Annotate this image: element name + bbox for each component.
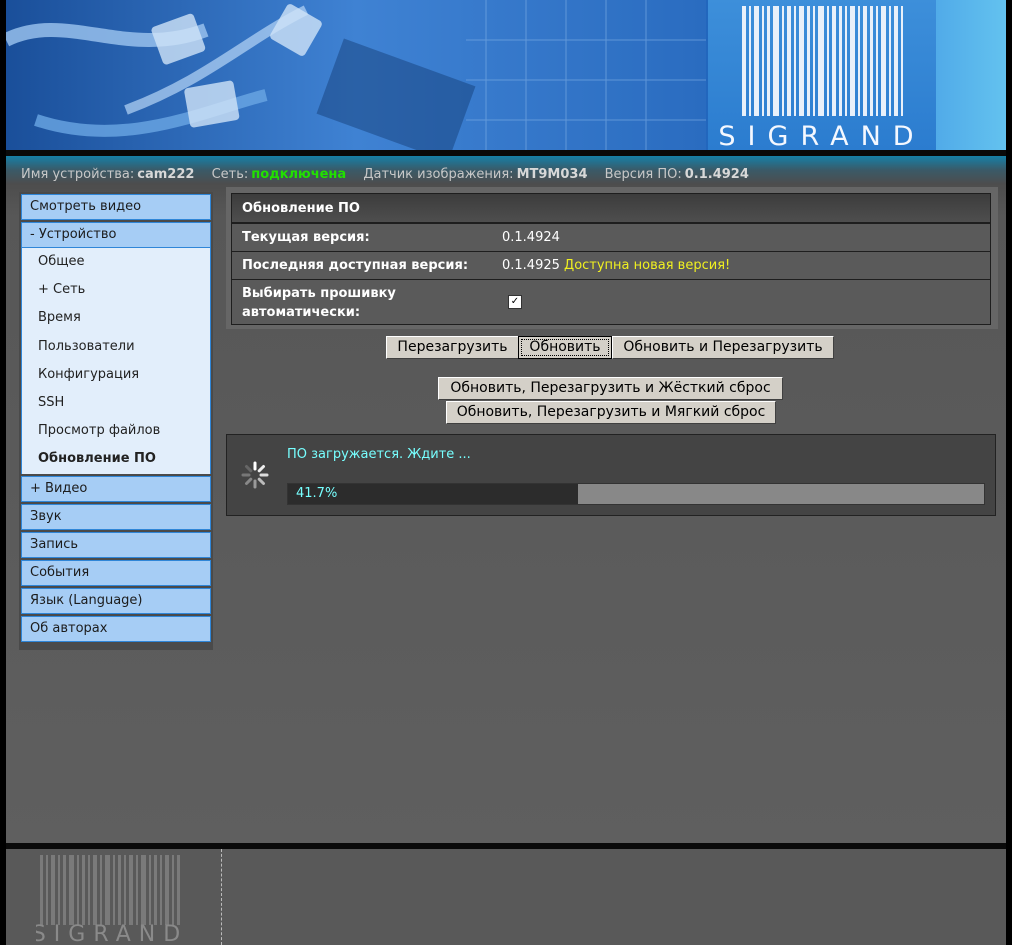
current-version-value: 0.1.4924 <box>502 230 560 245</box>
device-subnav: Общее + Сеть Время Пользователи Конфигур… <box>21 248 211 474</box>
svg-text:SIGRAND: SIGRAND <box>36 922 188 943</box>
update-reboot-soft-reset-button[interactable]: Обновить, Перезагрузить и Мягкий сброс <box>446 401 776 424</box>
progress-bar: 41.7% <box>287 483 985 505</box>
device-name-value: cam222 <box>137 167 195 182</box>
network-status-value: подключена <box>251 167 347 182</box>
sensor-label: Датчик изображения: <box>363 167 514 182</box>
latest-version-label: Последняя доступная версия: <box>242 258 469 273</box>
nav-users[interactable]: Пользователи <box>22 333 210 361</box>
nav-time[interactable]: Время <box>22 304 210 332</box>
update-reboot-hard-reset-button[interactable]: Обновить, Перезагрузить и Жёсткий сброс <box>438 377 783 400</box>
nav-about[interactable]: Об авторах <box>21 615 211 642</box>
current-version-label: Текущая версия: <box>242 230 370 245</box>
nav-recording[interactable]: Запись <box>21 531 211 558</box>
upload-progress-panel: ПО загружается. Ждите ... 41.7% <box>226 434 996 516</box>
network-label: Сеть: <box>211 167 249 182</box>
sidebar-nav: Смотреть видео - Устройство Общее + Сеть… <box>19 192 213 650</box>
nav-events[interactable]: События <box>21 559 211 586</box>
upload-status-message: ПО загружается. Ждите ... <box>287 447 471 462</box>
firmware-version-label: Версия ПО: <box>604 167 682 182</box>
table-header-row: Обновление ПО <box>231 193 991 223</box>
firmware-section-title: Обновление ПО <box>242 201 360 216</box>
device-name-label: Имя устройства: <box>21 167 135 182</box>
footer-barcode-logo: SIGRAND <box>36 855 188 943</box>
svg-text:SIGRAND: SIGRAND <box>718 121 925 150</box>
header-banner: SIGRAND <box>6 0 1006 150</box>
footer: SIGRAND <box>6 849 1006 945</box>
nav-device[interactable]: - Устройство <box>21 222 211 248</box>
table-row: Текущая версия: 0.1.4924 <box>231 223 991 252</box>
nav-sound[interactable]: Звук <box>21 503 211 530</box>
network-cable-graphic <box>6 0 706 150</box>
sensor-value: MT9M034 <box>516 167 588 182</box>
nav-watch-video[interactable]: Смотреть видео <box>21 194 211 220</box>
loading-spinner-icon <box>241 461 269 489</box>
nav-general[interactable]: Общее <box>22 248 210 276</box>
table-row: Выбирать прошивку автоматически: ✓ <box>231 279 991 325</box>
new-version-notice: Доступна новая версия! <box>564 258 731 273</box>
progress-percent: 41.7% <box>296 486 338 501</box>
reboot-button[interactable]: Перезагрузить <box>386 336 519 359</box>
brand-logo: SIGRAND <box>708 0 936 150</box>
auto-firmware-label: Выбирать прошивку автоматически: <box>242 286 396 320</box>
latest-version-cell: 0.1.4925 Доступна новая версия! <box>502 258 730 273</box>
nav-file-browser[interactable]: Просмотр файлов <box>22 417 210 445</box>
nav-language[interactable]: Язык (Language) <box>21 587 211 614</box>
table-row: Последняя доступная версия: 0.1.4925 Дос… <box>231 251 991 280</box>
nav-firmware-update[interactable]: Обновление ПО <box>22 445 210 473</box>
status-bar: Имя устройства: cam222 Сеть: подключена Да… <box>21 167 762 182</box>
nav-configuration[interactable]: Конфигурация <box>22 361 210 389</box>
barcode-icon: SIGRAND <box>718 6 925 150</box>
nav-ssh[interactable]: SSH <box>22 389 210 417</box>
update-and-reboot-button[interactable]: Обновить и Перезагрузить <box>612 336 834 359</box>
footer-separator <box>221 849 222 945</box>
main-content: Имя устройства: cam222 Сеть: подключена Да… <box>6 156 1006 843</box>
nav-video[interactable]: + Видео <box>21 475 211 502</box>
latest-version-value: 0.1.4925 <box>502 258 560 273</box>
nav-network[interactable]: + Сеть <box>22 276 210 304</box>
firmware-version-value: 0.1.4924 <box>684 167 749 182</box>
update-button[interactable]: Обновить <box>518 336 612 359</box>
firmware-info-table: Обновление ПО Текущая версия: 0.1.4924 П… <box>226 187 998 329</box>
auto-firmware-checkbox[interactable]: ✓ <box>508 295 522 309</box>
